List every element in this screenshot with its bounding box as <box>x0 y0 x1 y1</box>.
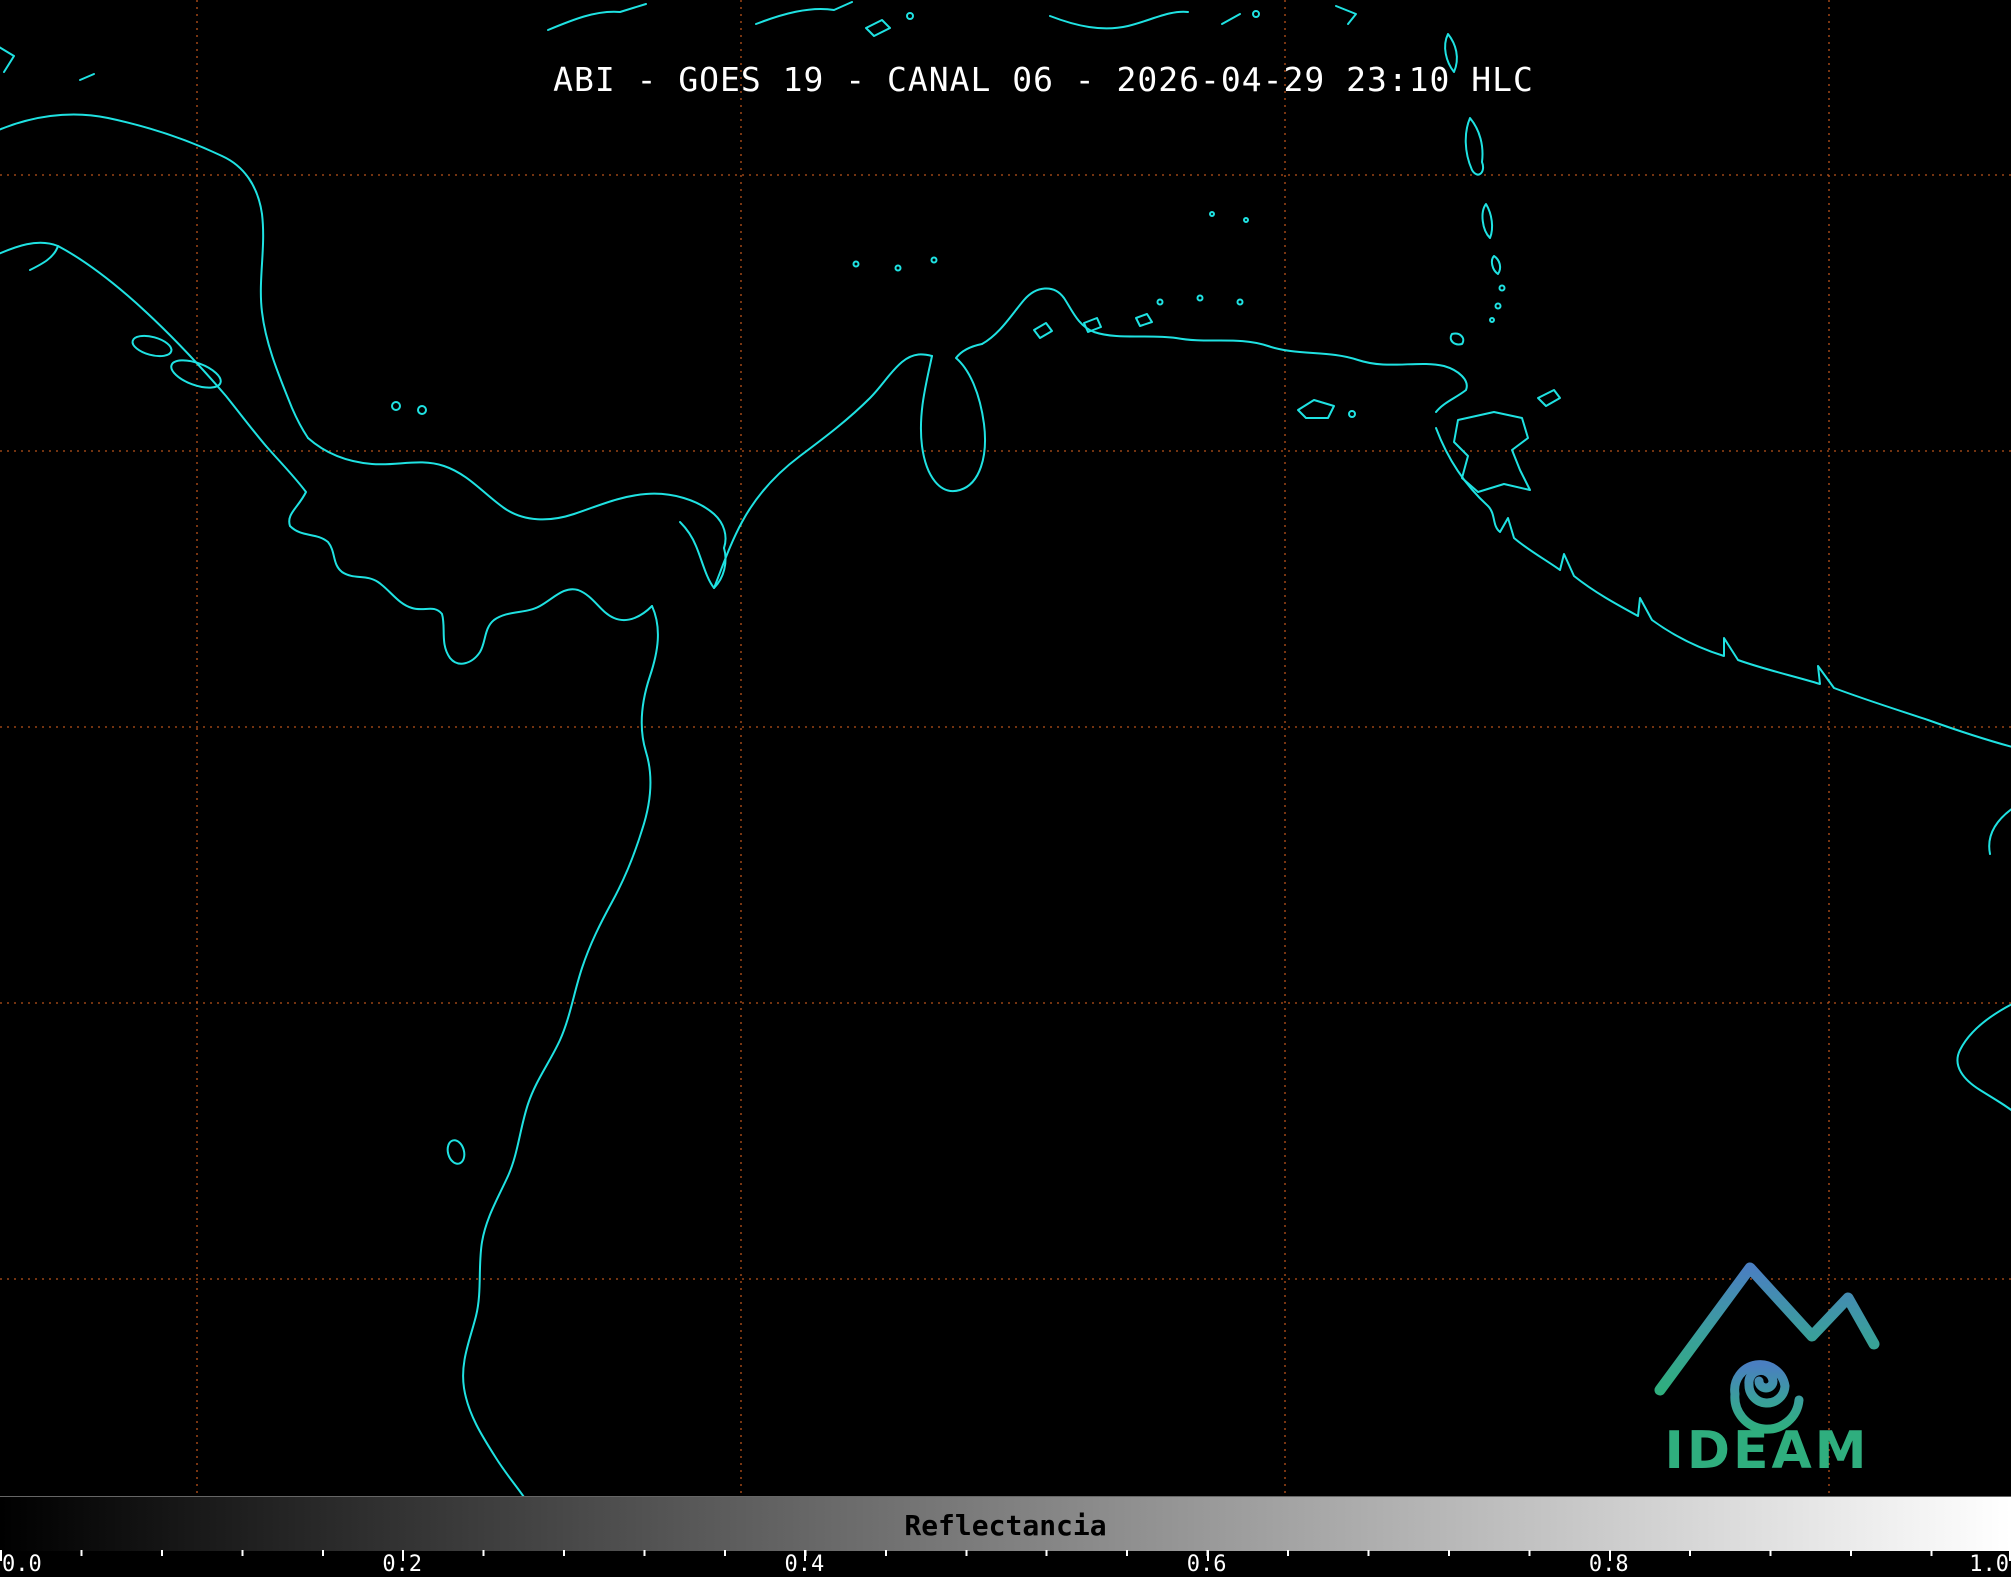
ideam-logo: IDEAM <box>1654 1262 1880 1480</box>
image-title: ABI - GOES 19 - CANAL 06 - 2026-04-29 23… <box>553 60 1534 99</box>
coastline-right-edge <box>1956 1003 2011 1112</box>
coastline-pacific-south-america <box>462 605 659 1496</box>
colorbar-minor-ticks <box>0 1550 2011 1556</box>
colorbar-label: Reflectancia <box>904 1509 1107 1542</box>
colorbar-tick-label: 0.4 <box>784 1552 825 1577</box>
coastline-margarita <box>1297 399 1335 419</box>
coastline-fragment <box>79 73 95 81</box>
coastline-tobago <box>1537 389 1561 407</box>
goes-satellite-image: ABI - GOES 19 - CANAL 06 - 2026-04-29 23… <box>0 0 2011 1577</box>
coastline-maracaibo <box>919 343 986 493</box>
coastline-trinidad <box>1453 411 1531 493</box>
colorbar-tick-label: 1.0 <box>1969 1552 2009 1577</box>
colorbar-gradient: Reflectancia <box>0 1496 2011 1551</box>
colorbar-tick-label: 0.8 <box>1588 1552 1629 1577</box>
coastline-colombia-caribbean <box>713 353 933 589</box>
coastline-central-america-pacific <box>0 241 59 271</box>
coastline-venezuela <box>981 287 1468 413</box>
ideam-logo-text: IDEAM <box>1664 1421 1869 1480</box>
hurricane-spiral-icon <box>1730 1360 1804 1434</box>
coastline-fragment <box>0 46 15 73</box>
colorbar-tick-label: 0.2 <box>382 1552 423 1577</box>
coastline-panama-north <box>307 437 727 549</box>
reflectance-colorbar: Reflectancia 0.0 0.2 0.4 0.6 0.8 1.0 <box>0 1496 2011 1577</box>
coastline-nicaragua-pacific <box>57 245 267 447</box>
coastline-central-america-caribbean <box>0 113 309 439</box>
colorbar-tick-label: 0.6 <box>1186 1552 1227 1577</box>
coastline-panama-pacific <box>265 445 653 665</box>
colorbar-tick-label: 0.0 <box>2 1552 42 1577</box>
